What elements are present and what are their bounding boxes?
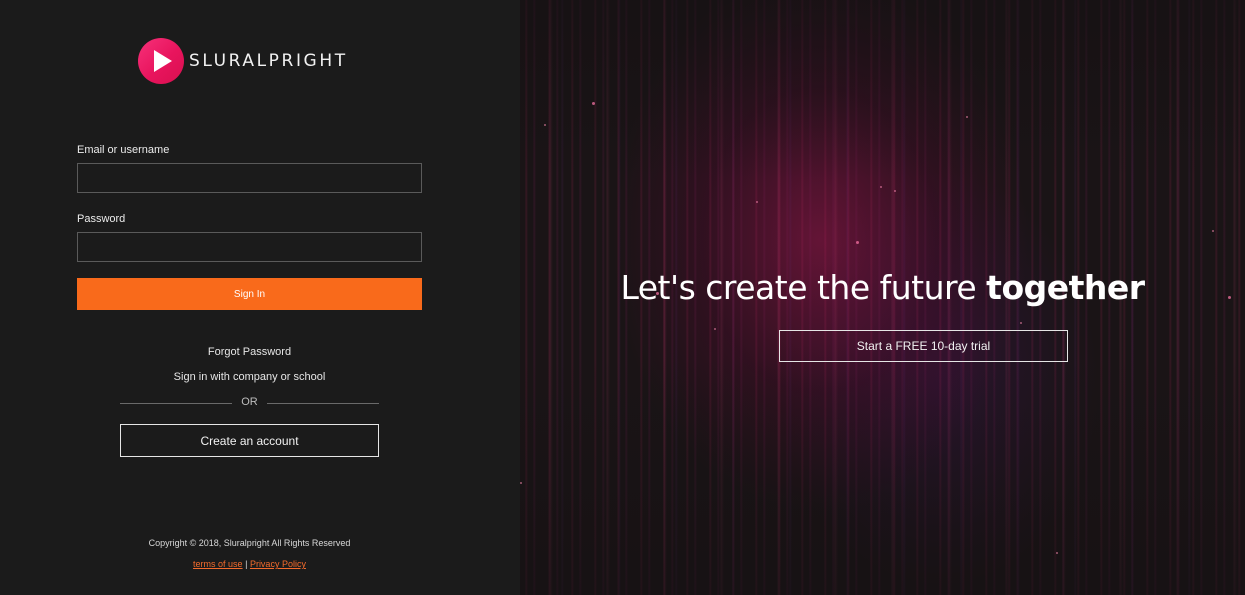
email-field[interactable]	[77, 163, 422, 193]
footer-separator: |	[245, 559, 248, 569]
privacy-policy-link[interactable]: Privacy Policy	[250, 559, 306, 569]
create-account-button[interactable]: Create an account	[120, 424, 379, 457]
particle	[592, 102, 595, 105]
forgot-password-link[interactable]: Forgot Password	[77, 346, 422, 358]
particle	[966, 116, 968, 118]
footer-links: terms of use | Privacy Policy	[77, 559, 422, 569]
company-signin-link[interactable]: Sign in with company or school	[77, 371, 422, 383]
login-panel: SLURALPRIGHT Email or username Password …	[0, 0, 520, 595]
particle	[1020, 322, 1022, 324]
email-label: Email or username	[77, 144, 170, 156]
particle	[856, 241, 859, 244]
particle	[894, 190, 896, 192]
or-label: OR	[241, 396, 258, 408]
particle	[544, 124, 546, 126]
particle	[1056, 552, 1058, 554]
or-divider: OR	[120, 396, 379, 410]
particle	[714, 328, 716, 330]
headline-text: Let's create the future	[620, 268, 987, 307]
hero-headline: Let's create the future together	[520, 268, 1245, 307]
terms-of-use-link[interactable]: terms of use	[193, 559, 243, 569]
copyright-text: Copyright © 2018, Sluralpright All Right…	[148, 538, 351, 548]
free-trial-button[interactable]: Start a FREE 10-day trial	[779, 330, 1068, 362]
divider-line-right	[267, 403, 379, 404]
sign-in-button[interactable]: Sign In	[77, 278, 422, 310]
particle	[756, 201, 758, 203]
play-logo-icon	[138, 38, 184, 84]
brand-name: SLURALPRIGHT	[189, 51, 348, 71]
brand-logo[interactable]: SLURALPRIGHT	[138, 38, 348, 84]
password-field[interactable]	[77, 232, 422, 262]
particle	[1212, 230, 1214, 232]
particle	[520, 482, 522, 484]
password-label: Password	[77, 213, 126, 225]
headline-emphasis: together	[986, 268, 1145, 307]
particle	[880, 186, 882, 188]
